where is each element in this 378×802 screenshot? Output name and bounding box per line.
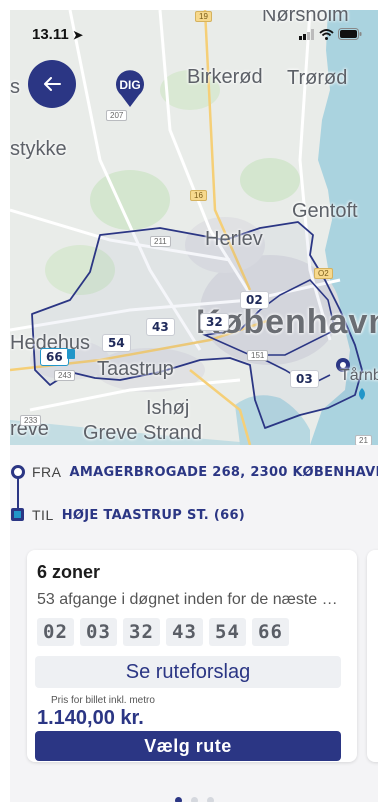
route-from-row[interactable]: FRA AMAGERBROGADE 268, 2300 KØBENHAVN [10,460,378,484]
road-sign: 151 [247,350,269,361]
card-departures: 53 afgange i døgnet inden for de næste 2… [37,591,342,608]
map-label-birkerod: Birkerød [187,66,263,88]
map-label-herlev: Herlev [205,228,263,250]
status-bar: 13.11 ➤ [10,24,378,46]
map-view[interactable]: Nørsholm Birkerød Trørød s stykke Gentof… [10,10,378,445]
origin-marker-icon [67,349,75,359]
pager-dot[interactable] [206,797,214,802]
zone-chip: 54 [209,618,246,646]
zone-chip: 43 [166,618,203,646]
destination-square-icon [11,508,24,521]
map-label-ishoj: Ishøj [146,397,190,419]
zone-chip: 02 [37,618,74,646]
pager-dot-active[interactable] [174,797,182,802]
to-value: HØJE TAASTRUP ST. (66) [61,507,246,523]
ticket-price: 1.140,00 kr. [37,707,144,729]
see-route-button[interactable]: Se ruteforslag [35,656,341,688]
zone-chip: 03 [80,618,117,646]
arrow-left-icon [44,77,61,91]
card-pager[interactable] [10,797,378,802]
dig-location-pin[interactable]: DIG [113,68,147,108]
road-sign: 16 [190,190,207,201]
road-sign: 21 [355,435,372,445]
back-button[interactable] [28,60,76,108]
zone-tag-02[interactable]: 02 [240,291,269,309]
pager-dot[interactable] [190,797,198,802]
battery-icon [338,28,362,40]
from-label: FRA [32,464,62,480]
road-sign: 207 [106,110,128,121]
card-zone-count: 6 zoner [37,562,101,582]
route-option-card[interactable]: 6 zoner 53 afgange i døgnet inden for de… [27,550,357,762]
app-screen: Nørsholm Birkerød Trørød s stykke Gentof… [10,10,378,802]
route-to-row[interactable]: TIL HØJE TAASTRUP ST. (66) [10,503,245,527]
from-value: AMAGERBROGADE 268, 2300 KØBENHAVN [69,464,378,480]
zone-tag-03[interactable]: 03 [290,370,319,388]
map-label-s: s [10,76,20,98]
zone-tag-54[interactable]: 54 [102,334,131,352]
zone-tag-66[interactable]: 66 [40,348,69,366]
road-sign: O2 [314,268,333,279]
zone-chip: 66 [252,618,289,646]
map-label-trorod: Trørød [287,67,348,89]
origin-dot-icon [11,465,25,479]
zone-chip: 32 [123,618,160,646]
location-arrow-icon: ➤ [72,28,83,42]
road-sign: 233 [20,415,42,426]
zone-tag-32[interactable]: 32 [200,313,229,331]
map-label-stykke: stykke [10,138,67,160]
road-sign: 243 [54,370,76,381]
wifi-icon [319,28,334,40]
signal-icon [299,28,314,40]
to-label: TIL [32,507,54,523]
map-label-greve-strand: Greve Strand [83,422,202,444]
status-icons [299,28,362,40]
status-time: 13.11 ➤ [32,26,83,43]
map-label-taastrup: Taastrup [97,358,174,380]
dig-pin-label: DIG [119,78,141,92]
road-sign: 19 [195,11,212,22]
select-route-button[interactable]: Vælg rute [35,731,341,761]
map-label-taarnby: Tårnby [340,367,378,384]
route-summary: FRA AMAGERBROGADE 268, 2300 KØBENHAVN TI… [10,445,378,550]
road-sign: 211 [150,236,171,247]
price-label: Pris for billet inkl. metro [51,695,155,706]
zone-tag-43[interactable]: 43 [146,318,175,336]
map-label-gentofte: Gentoft [292,200,358,222]
route-option-card-next[interactable]: 7 1 0 1 [367,550,378,762]
zone-list: 02 03 32 43 54 66 [37,618,289,646]
